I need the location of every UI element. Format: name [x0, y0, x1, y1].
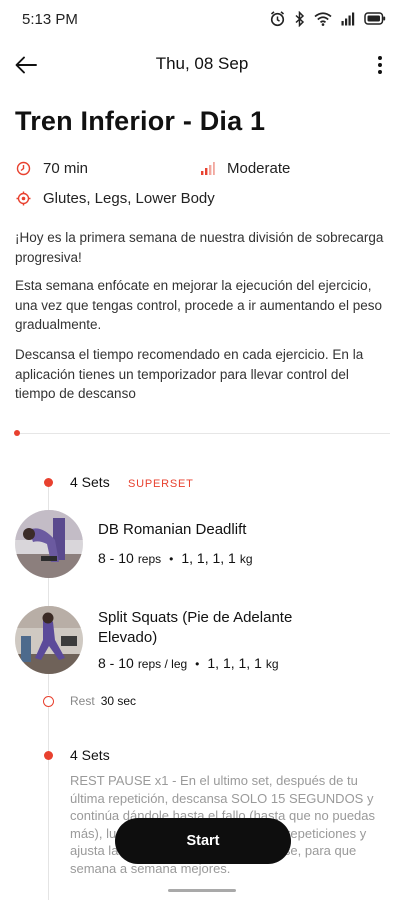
rest-value: 30 sec: [100, 694, 137, 708]
target-icon: [16, 191, 31, 206]
app-bar: Thu, 08 Sep: [0, 44, 404, 84]
exercise-thumbnail[interactable]: [15, 510, 83, 578]
timeline-dot: [44, 751, 53, 760]
weight-unit: kg: [239, 552, 253, 566]
more-options-button[interactable]: [368, 50, 392, 80]
exercise-thumbnail[interactable]: [15, 606, 83, 674]
block-sets-label: 4 Sets: [70, 474, 110, 490]
muscles-row: Glutes, Legs, Lower Body: [16, 190, 215, 207]
exercise-name-text: Split Squats (Pie de Adelante Elevado): [98, 609, 293, 646]
exercise-name[interactable]: Split Squats (Pie de Adelante Elevado): [98, 608, 298, 648]
rest-row: Rest 30 sec: [70, 694, 136, 708]
intensity-row: Moderate: [200, 160, 290, 177]
description-paragraph: ¡Hoy es la primera semana de nuestra div…: [15, 230, 384, 265]
wifi-icon: [314, 11, 332, 26]
duration-value: 70 min: [43, 160, 89, 177]
weight-unit: kg: [265, 657, 279, 671]
description-paragraph: Esta semana enfócate en mejorar la ejecu…: [15, 278, 382, 332]
status-time: 5:13 PM: [22, 11, 78, 28]
signal-icon: [341, 12, 355, 26]
timeline-line: [48, 707, 49, 757]
weights-value: 1, 1, 1, 1: [207, 655, 262, 671]
status-bar: 5:13 PM: [0, 0, 404, 40]
weights-value: 1, 1, 1, 1: [181, 550, 236, 566]
more-vertical-icon: [378, 56, 382, 74]
reps-value: 8 - 10: [98, 550, 134, 566]
status-icons: [269, 10, 386, 27]
reps-unit: reps / leg: [137, 657, 188, 671]
exercise-detail: 8 - 10 reps / leg • 1, 1, 1, 1 kg: [98, 655, 279, 671]
detail-separator: •: [169, 552, 174, 566]
superset-tag: SUPERSET: [128, 478, 194, 490]
battery-icon: [364, 12, 386, 25]
timeline-line: [48, 760, 49, 900]
rest-timeline-ring: [43, 696, 54, 707]
reps-unit: reps: [137, 552, 162, 566]
description-paragraph: Descansa el tiempo recomendado en cada e…: [15, 347, 364, 401]
exercise-name[interactable]: DB Romanian Deadlift: [98, 520, 246, 540]
muscles-value: Glutes, Legs, Lower Body: [43, 190, 215, 207]
exercise-detail: 8 - 10 reps • 1, 1, 1, 1 kg: [98, 550, 253, 566]
duration-row: 70 min: [16, 160, 88, 177]
intensity-value: Moderate: [227, 160, 291, 177]
header-date: Thu, 08 Sep: [155, 54, 249, 73]
start-button[interactable]: Start: [115, 818, 291, 864]
reps-value: 8 - 10: [98, 655, 134, 671]
section-divider: [18, 433, 390, 434]
alarm-icon: [269, 10, 286, 27]
rest-label: Rest: [70, 694, 95, 708]
intensity-bars-icon: [201, 162, 215, 175]
clock-icon: [16, 161, 31, 176]
workout-title: Tren Inferior - Dia 1: [15, 106, 266, 136]
timeline-dot: [44, 478, 53, 487]
progress-dot: [14, 430, 20, 436]
bluetooth-icon: [295, 10, 305, 27]
home-indicator: [168, 889, 236, 892]
block-sets-label: 4 Sets: [70, 747, 110, 763]
detail-separator: •: [195, 657, 200, 671]
